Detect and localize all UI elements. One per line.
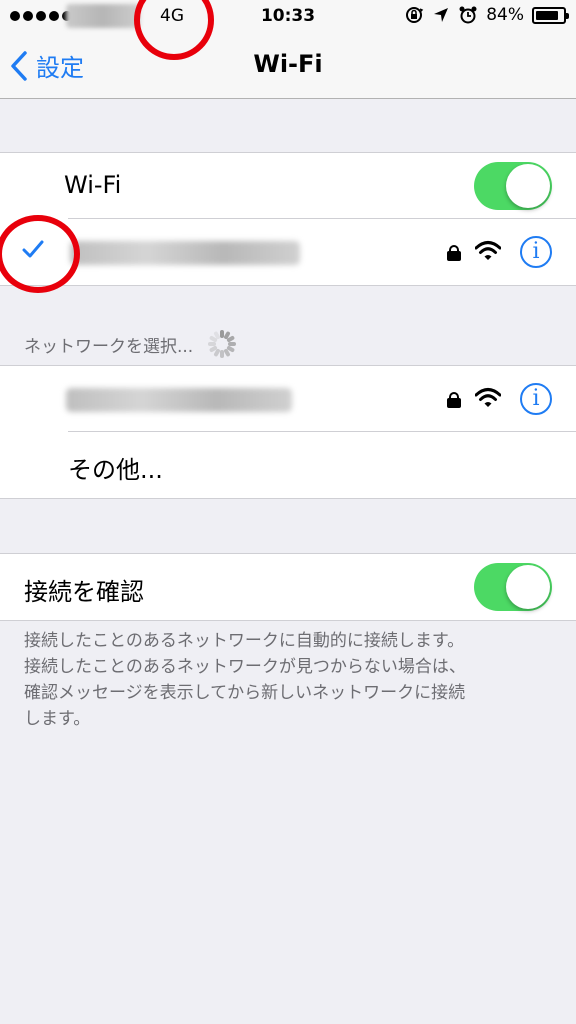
connected-network-name-obscured <box>70 241 300 265</box>
battery-icon <box>532 6 569 24</box>
wifi-toggle-switch[interactable] <box>474 162 552 210</box>
choose-network-header-label: ネットワークを選択... <box>24 336 194 357</box>
checkmark-icon <box>22 240 44 258</box>
toggle-knob <box>506 164 550 208</box>
network-row[interactable]: i <box>0 366 576 432</box>
battery-fill <box>536 10 558 20</box>
footer-line: 接続したことのあるネットワークが見つからない場合は、 <box>24 657 466 677</box>
footer-line: 接続したことのあるネットワークに自動的に接続します。 <box>24 631 465 651</box>
network-info-button[interactable]: i <box>520 236 552 268</box>
network-name-obscured <box>66 388 292 412</box>
wifi-signal-icon <box>475 241 501 260</box>
page-title: Wi-Fi <box>253 50 323 78</box>
choose-network-header: ネットワークを選択... <box>24 329 237 359</box>
orientation-lock-icon <box>406 7 424 23</box>
footer-line: します。 <box>24 709 91 729</box>
top-bar: 4G 10:33 84% 設定 Wi-Fi <box>0 0 576 99</box>
status-right-icons: 84% <box>404 5 569 25</box>
wifi-toggle-row: Wi-Fi <box>0 153 576 219</box>
navigation-bar: 設定 Wi-Fi <box>0 34 576 98</box>
ask-to-join-toggle-switch[interactable] <box>474 563 552 611</box>
other-network-row[interactable]: その他... <box>0 432 576 498</box>
footer-line: 確認メッセージを表示してから新しいネットワークに接続 <box>24 683 466 703</box>
lock-icon <box>447 392 461 408</box>
location-arrow-icon <box>434 8 449 22</box>
network-info-button[interactable]: i <box>520 383 552 415</box>
other-network-label: その他... <box>68 456 163 484</box>
alarm-icon <box>459 6 477 24</box>
ask-to-join-group: 接続を確認 <box>0 553 576 621</box>
wifi-group: Wi-Fi i <box>0 152 576 286</box>
ask-to-join-label: 接続を確認 <box>24 578 144 606</box>
connected-network-row[interactable]: i <box>0 219 576 285</box>
battery-percent: 84% <box>486 5 524 25</box>
loading-spinner-icon <box>207 329 237 359</box>
toggle-knob <box>506 565 550 609</box>
status-bar: 4G 10:33 84% <box>0 0 576 34</box>
wifi-toggle-label: Wi-Fi <box>64 171 122 199</box>
ask-to-join-footer: 接続したことのあるネットワークに自動的に接続します。 接続したことのあるネットワ… <box>24 628 564 732</box>
available-networks-group: i その他... <box>0 365 576 499</box>
ask-to-join-row: 接続を確認 <box>0 554 576 620</box>
wifi-signal-icon <box>475 388 501 407</box>
lock-icon <box>447 245 461 261</box>
